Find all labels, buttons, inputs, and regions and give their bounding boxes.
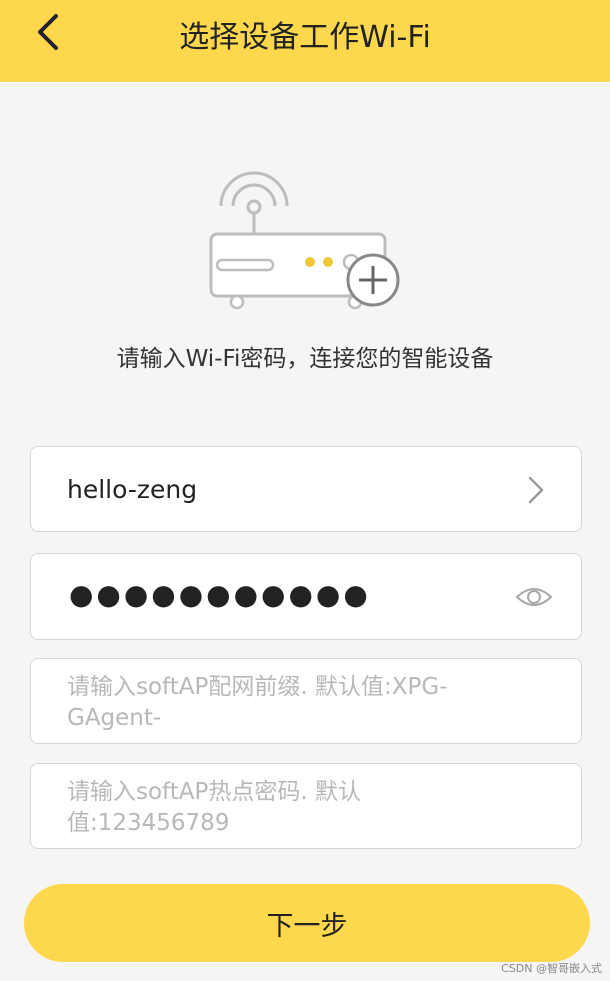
softap-password-placeholder: 请输入softAP热点密码. 默认值:123456789 (67, 779, 361, 836)
softap-prefix-field[interactable]: 请输入softAP配网前缀. 默认值:XPG-GAgent- (30, 658, 582, 744)
eye-icon[interactable] (515, 583, 553, 611)
softap-password-field[interactable]: 请输入softAP热点密码. 默认值:123456789 (30, 763, 582, 849)
ssid-value: hello-zeng (67, 475, 198, 504)
wifi-password-field[interactable]: ●●●●●●●●●●● (30, 553, 582, 640)
password-value: ●●●●●●●●●●● (69, 578, 371, 611)
next-button[interactable]: 下一步 (24, 884, 590, 962)
watermark: CSDN @智哥嵌入式 (501, 962, 602, 975)
wifi-ssid-field[interactable]: hello-zeng (30, 446, 582, 532)
softap-prefix-placeholder: 请输入softAP配网前缀. 默认值:XPG-GAgent- (67, 674, 448, 731)
chevron-right-icon[interactable] (525, 474, 547, 506)
router-add-icon (209, 171, 400, 310)
instruction-text: 请输入Wi-Fi密码，连接您的智能设备 (116, 346, 494, 372)
top-bar: 选择设备工作Wi-Fi (0, 0, 610, 82)
page-title: 选择设备工作Wi-Fi (179, 20, 431, 55)
